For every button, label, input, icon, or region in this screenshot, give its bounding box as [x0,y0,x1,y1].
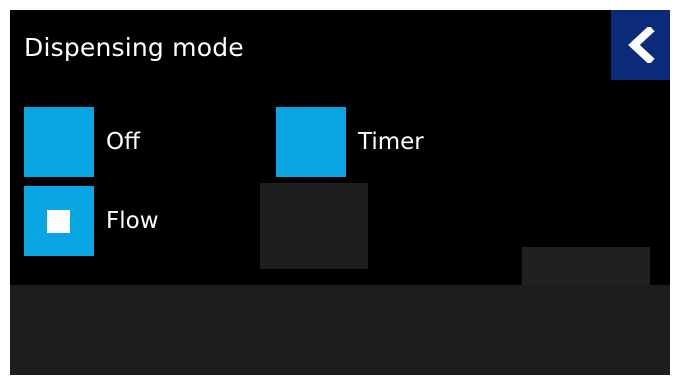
option-off[interactable]: Off [24,107,140,177]
option-flow-checkbox[interactable] [24,186,94,256]
option-off-label: Off [106,129,140,155]
dispensing-mode-screen: Dispensing mode Off Timer Flow [10,10,670,375]
option-flow-label: Flow [106,208,159,234]
option-timer-label: Timer [358,129,424,155]
option-off-checkbox[interactable] [24,107,94,177]
page-title: Dispensing mode [24,33,244,62]
back-button[interactable] [611,10,670,80]
selected-mark [47,210,70,233]
faded-footer-panel [10,285,670,375]
faded-panel [260,183,368,269]
option-timer[interactable]: Timer [276,107,424,177]
chevron-left-icon [627,27,655,63]
option-timer-checkbox[interactable] [276,107,346,177]
option-flow[interactable]: Flow [24,186,159,256]
